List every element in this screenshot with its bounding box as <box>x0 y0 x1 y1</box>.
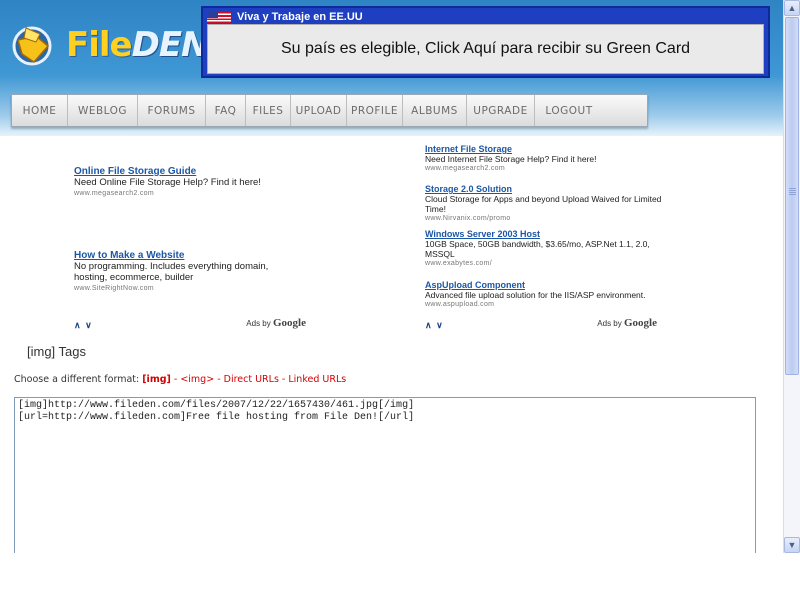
window-bottom-area <box>0 553 800 600</box>
nav-faq[interactable]: FAQ <box>206 95 246 126</box>
page-title: [img] Tags <box>27 344 87 359</box>
logo-den-text: DEN <box>131 25 210 65</box>
ads-by-label: Ads by <box>597 319 622 328</box>
ad-item[interactable]: Internet File Storage Need Internet File… <box>425 144 665 174</box>
ad-nav-arrows-icon[interactable]: ∧ ∨ <box>74 320 93 331</box>
format-prefix: Choose a different format: <box>14 374 143 385</box>
format-option-img-tag[interactable]: <img> <box>180 374 214 385</box>
nav-upload[interactable]: UPLOAD <box>291 95 347 126</box>
ad-description: Need Online File Storage Help? Find it h… <box>74 177 261 188</box>
format-separator: - <box>170 374 181 385</box>
ad-item[interactable]: Windows Server 2003 Host 10GB Space, 50G… <box>425 229 665 269</box>
banner-heading-row: Viva y Trabaje en EE.UU <box>207 10 363 24</box>
nav-files[interactable]: FILES <box>246 95 291 126</box>
code-textarea[interactable]: [img]http://www.fileden.com/files/2007/1… <box>14 397 756 553</box>
ad-url[interactable]: www.aspupload.com <box>425 300 665 310</box>
banner-cta-text: Su país es elegible, Click Aquí para rec… <box>280 40 691 57</box>
format-separator: - <box>214 374 224 385</box>
ad-title-link[interactable]: How to Make a Website <box>74 250 304 261</box>
nav-logout[interactable]: LOGOUT <box>535 95 603 126</box>
logo-file-text: File <box>66 25 133 65</box>
google-label: Google <box>273 317 306 329</box>
site-header: FileDEN Viva y Trabaje en EE.UU Su país … <box>0 0 783 136</box>
banner-heading: Viva y Trabaje en EE.UU <box>237 11 363 23</box>
scroll-grip-icon <box>789 188 796 196</box>
ad-title-link[interactable]: Windows Server 2003 Host <box>425 229 665 239</box>
format-current: [img] <box>142 374 171 385</box>
ads-by-google[interactable]: Ads by Google <box>246 318 306 329</box>
ad-title-link[interactable]: Online File Storage Guide <box>74 166 304 177</box>
ads-by-google[interactable]: Ads by Google <box>597 318 657 329</box>
banner-cta[interactable]: Su país es elegible, Click Aquí para rec… <box>207 24 764 74</box>
ads-footer-left: ∧ ∨ Ads by Google <box>74 318 306 332</box>
ad-title-link[interactable]: Storage 2.0 Solution <box>425 184 665 194</box>
ads-footer-right: ∧ ∨ Ads by Google <box>425 318 657 332</box>
ad-banner[interactable]: Viva y Trabaje en EE.UU Su país es elegi… <box>201 6 770 78</box>
ad-description: Advanced file upload solution for the II… <box>425 290 646 300</box>
ad-item[interactable]: Online File Storage Guide Need Online Fi… <box>74 166 304 199</box>
fileden-logo[interactable]: FileDEN <box>10 22 209 70</box>
main-nav: HOME WEBLOG FORUMS FAQ FILES UPLOAD PROFILE ALB… <box>11 94 648 127</box>
scroll-down-arrow-icon[interactable]: ▼ <box>784 537 800 553</box>
ad-description: No programming. Includes everything doma… <box>74 261 269 283</box>
ad-nav-arrows-icon[interactable]: ∧ ∨ <box>425 320 444 330</box>
google-label: Google <box>624 317 657 329</box>
ad-url[interactable]: www.exabytes.com/ <box>425 259 665 269</box>
us-flag-icon <box>207 11 231 23</box>
ad-item[interactable]: Storage 2.0 Solution Cloud Storage for A… <box>425 184 665 224</box>
nav-home[interactable]: HOME <box>12 95 68 126</box>
logo-wordmark: FileDEN <box>66 25 209 65</box>
ad-title-link[interactable]: AspUpload Component <box>425 280 665 290</box>
ad-item[interactable]: How to Make a Website No programming. In… <box>74 250 304 294</box>
ads-by-label: Ads by <box>246 319 271 328</box>
nav-profile[interactable]: PROFILE <box>347 95 403 126</box>
nav-albums[interactable]: ALBUMS <box>403 95 467 126</box>
ad-url[interactable]: www.megasearch2.com <box>74 188 304 199</box>
ad-url[interactable]: www.SiteRightNow.com <box>74 283 304 294</box>
fileden-logo-icon <box>12 26 52 66</box>
ad-description: 10GB Space, 50GB bandwidth, $3.65/mo, AS… <box>425 239 650 259</box>
scroll-up-arrow-icon[interactable]: ▲ <box>784 0 800 16</box>
scroll-thumb[interactable] <box>785 17 799 375</box>
ad-url[interactable]: www.Nirvanix.com/promo <box>425 214 665 224</box>
nav-weblog[interactable]: WEBLOG <box>68 95 138 126</box>
vertical-scrollbar[interactable]: ▲ ▼ <box>783 0 800 553</box>
ad-item[interactable]: AspUpload Component Advanced file upload… <box>425 280 665 310</box>
ad-url[interactable]: www.megasearch2.com <box>425 164 665 174</box>
page-viewport: FileDEN Viva y Trabaje en EE.UU Su país … <box>0 0 783 553</box>
nav-upgrade[interactable]: UPGRADE <box>467 95 535 126</box>
ad-title-link[interactable]: Internet File Storage <box>425 144 665 154</box>
nav-forums[interactable]: FORUMS <box>138 95 206 126</box>
format-option-linked-urls[interactable]: Linked URLs <box>288 374 346 385</box>
format-separator: - <box>278 374 289 385</box>
format-chooser: Choose a different format: [img] - <img>… <box>14 374 346 385</box>
ad-description: Need Internet File Storage Help? Find it… <box>425 154 597 164</box>
ad-description: Cloud Storage for Apps and beyond Upload… <box>425 194 662 214</box>
format-option-direct-urls[interactable]: Direct URLs <box>224 374 279 385</box>
